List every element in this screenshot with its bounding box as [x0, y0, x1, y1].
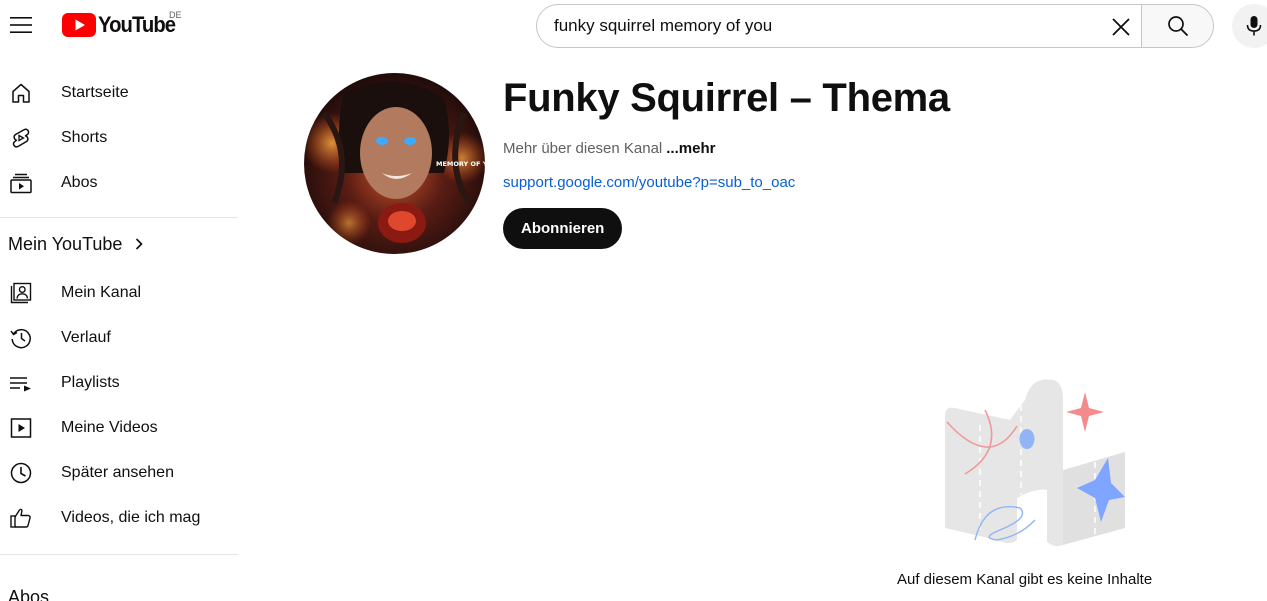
region-code: DE — [169, 10, 182, 20]
channel-title: Funky Squirrel – Thema — [503, 76, 950, 120]
sidebar-item-label: Videos, die ich mag — [61, 508, 201, 526]
sidebar-item-label: Mein Kanal — [61, 283, 142, 301]
sidebar-item-history[interactable]: Verlauf — [0, 315, 242, 360]
subscribe-button[interactable]: Abonnieren — [503, 208, 623, 249]
sidebar-item-playlists[interactable]: Playlists — [0, 360, 242, 405]
sidebar-item-label: Startseite — [61, 83, 129, 101]
shorts-icon — [8, 125, 34, 151]
search-box — [536, 4, 1142, 48]
youtube-play-logo-icon — [62, 13, 96, 37]
home-icon — [8, 80, 34, 106]
close-icon — [1112, 18, 1130, 36]
hamburger-menu-icon — [10, 17, 32, 33]
watch-later-icon — [8, 460, 34, 486]
playlists-icon — [8, 370, 34, 396]
channel-avatar[interactable]: MEMORY OF YOU — [304, 73, 485, 254]
sidebar-item-label: Meine Videos — [61, 418, 158, 436]
your-videos-icon — [8, 415, 34, 441]
sidebar-item-your-videos[interactable]: Meine Videos — [0, 405, 242, 450]
masthead: YouTube DE — [0, 0, 1267, 52]
sidebar-item-label: Shorts — [61, 128, 108, 146]
guide-sidebar: Startseite Shorts Abos Mein YouTube Mein… — [0, 70, 242, 555]
sidebar-item-subscriptions[interactable]: Abos — [0, 160, 242, 205]
sidebar-item-label: Später ansehen — [61, 463, 174, 481]
avatar-overlay-text: MEMORY OF YOU — [436, 160, 485, 168]
about-text: Mehr über diesen Kanal — [503, 140, 663, 157]
section-title: Mein YouTube — [8, 233, 123, 254]
sidebar-item-your-channel[interactable]: Mein Kanal — [0, 270, 242, 315]
voice-search-button[interactable] — [1232, 4, 1267, 48]
sidebar-item-liked-videos[interactable]: Videos, die ich mag — [0, 495, 242, 540]
search-input[interactable] — [554, 16, 1094, 36]
sidebar-item-shorts[interactable]: Shorts — [0, 115, 242, 160]
empty-channel-illustration — [935, 370, 1125, 548]
microphone-icon — [1246, 16, 1262, 36]
history-icon — [8, 325, 34, 351]
more-link[interactable]: ...mehr — [666, 140, 715, 157]
channel-external-link[interactable]: support.google.com/youtube?p=sub_to_oac — [503, 174, 795, 191]
menu-button[interactable] — [6, 10, 36, 40]
subscriptions-icon — [8, 170, 34, 196]
sidebar-item-label: Verlauf — [61, 328, 111, 346]
channel-description: Mehr über diesen Kanal ...mehr — [503, 140, 715, 157]
empty-state-message: Auf diesem Kanal gibt es keine Inhalte — [897, 571, 1153, 588]
search-button[interactable] — [1141, 4, 1214, 48]
sidebar-item-label: Abos — [61, 173, 98, 191]
clear-search-button[interactable] — [1107, 13, 1135, 41]
chevron-right-icon — [134, 237, 144, 251]
like-icon — [8, 505, 34, 531]
sidebar-section-you[interactable]: Mein YouTube — [0, 218, 242, 270]
your-channel-icon — [8, 280, 34, 306]
logo-wordmark: YouTube — [98, 12, 176, 37]
sidebar-section-subscriptions[interactable]: Abos — [8, 587, 49, 601]
sidebar-divider — [0, 554, 238, 555]
youtube-logo[interactable]: YouTube — [62, 12, 182, 37]
sidebar-item-watch-later[interactable]: Später ansehen — [0, 450, 242, 495]
sidebar-item-home[interactable]: Startseite — [0, 70, 242, 115]
sidebar-item-label: Playlists — [61, 373, 120, 391]
search-icon — [1167, 16, 1188, 37]
